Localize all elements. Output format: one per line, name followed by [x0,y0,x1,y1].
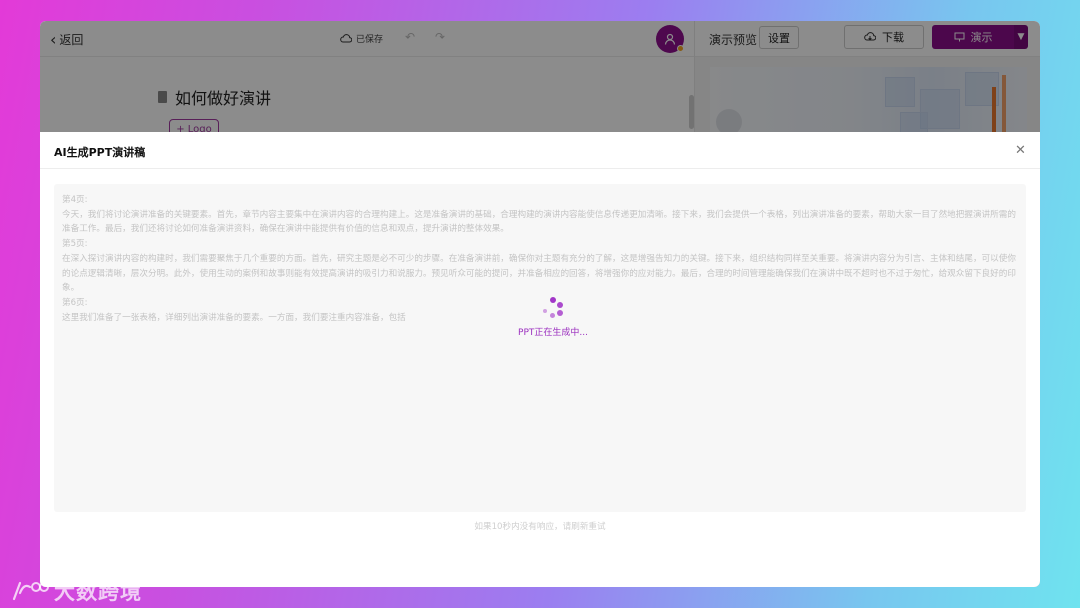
loading-text: PPT正在生成中... [518,328,588,338]
modal-header: AI生成PPT演讲稿 ✕ [40,132,1040,169]
script-line: 今天，我们将讨论演讲准备的关键要素。首先，章节内容主要集中在演讲内容的合理构建上… [62,209,1016,235]
script-content-box: 第4页: 今天，我们将讨论演讲准备的关键要素。首先，章节内容主要集中在演讲内容的… [54,184,1026,512]
modal-title: AI生成PPT演讲稿 [54,146,146,159]
script-line: 第5页: [62,239,88,250]
watermark: 大数跨境 [10,576,142,606]
app-window: ‹ 返回 已保存 ↶ ↷ 演示预览 设置 下载 演示 ▼ 如何做好演讲 + Lo… [40,21,1040,587]
refresh-hint: 如果10秒内没有响应，请刷新重试 [474,522,606,532]
watermark-logo-icon [12,581,49,601]
close-icon[interactable]: ✕ [1015,143,1026,158]
watermark-text: 大数跨境 [54,580,142,604]
script-line: 第4页: [62,195,88,205]
ai-script-modal: AI生成PPT演讲稿 ✕ 第4页: 今天，我们将讨论演讲准备的关键要素。首先，章… [40,132,1040,587]
loading-spinner-icon [542,297,564,319]
script-line: 第6页: [62,297,88,308]
script-text: 第4页: 今天，我们将讨论演讲准备的关键要素。首先，章节内容主要集中在演讲内容的… [62,193,1020,325]
script-line: 这里我们准备了一张表格，详细列出演讲准备的要素。一方面，我们要注重内容准备，包括 [62,312,406,323]
script-line: 在深入探讨演讲内容的构建时，我们需要聚焦于几个重要的方面。首先，研究主题是必不可… [62,253,1016,294]
